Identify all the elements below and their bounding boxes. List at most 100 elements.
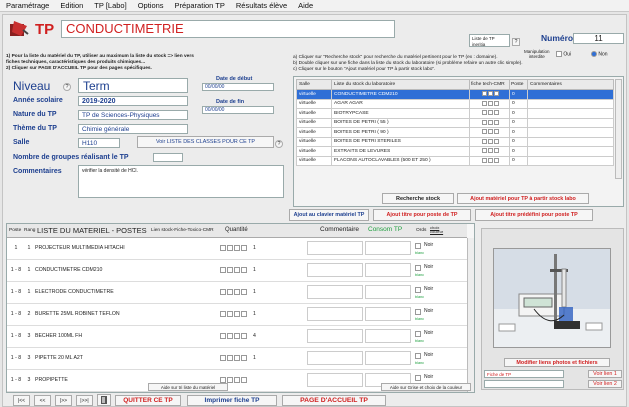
last-record-button[interactable]: |>>| (76, 395, 93, 406)
menu-options[interactable]: Options (138, 1, 164, 10)
voir-lien-2-button[interactable]: Voir lien 2 (588, 380, 622, 388)
noir-checkbox[interactable] (415, 331, 421, 337)
materiel-row[interactable]: 1 - 8 3 PIPETTE 20 ML A2T 1 Noir blanc (7, 348, 467, 370)
lien-checkbox[interactable] (220, 289, 226, 295)
first-record-button[interactable]: |<< (13, 395, 30, 406)
fiche-checkbox[interactable] (493, 100, 499, 106)
stock-col-salle[interactable]: Salle (296, 79, 332, 90)
salle-field[interactable]: H110 (78, 138, 120, 148)
consom-field[interactable] (365, 241, 411, 255)
fiche-checkbox[interactable] (487, 148, 493, 154)
fiche-checkbox[interactable] (493, 119, 499, 125)
fiche-checkbox[interactable] (481, 119, 487, 125)
lien-checkbox[interactable] (220, 311, 226, 317)
fiche-checkbox[interactable] (493, 110, 499, 116)
fiche-checkbox[interactable] (487, 119, 493, 125)
fiche-checkbox[interactable] (487, 91, 493, 97)
fiche-checkbox[interactable] (487, 129, 493, 135)
lien-checkbox[interactable] (220, 245, 226, 251)
col-ords[interactable]: Ords (416, 228, 426, 233)
voir-classes-help-button[interactable]: ? (275, 140, 283, 148)
stock-col-fiche[interactable]: fiche tech-CMR (469, 79, 510, 90)
lien-checkbox[interactable] (227, 355, 233, 361)
fiche-checkbox[interactable] (481, 91, 487, 97)
noir-checkbox[interactable] (415, 265, 421, 271)
lien-checkbox[interactable] (241, 377, 247, 383)
commentaire-field[interactable] (307, 263, 363, 277)
stock-row[interactable]: virtuelle CONDUCTIMETRE CDM210 0 (296, 89, 614, 100)
noir-checkbox[interactable] (415, 287, 421, 293)
ajout-stock-button[interactable]: Ajout matériel pour TP à partir stock la… (457, 193, 589, 204)
materiel-scrollbar[interactable] (467, 238, 474, 392)
tp-photo[interactable] (493, 248, 611, 348)
lien-checkbox[interactable] (241, 245, 247, 251)
fiche-tp-field-2[interactable] (484, 380, 564, 388)
commentaire-field[interactable] (307, 329, 363, 343)
lien-checkbox[interactable] (234, 267, 240, 273)
voir-classes-button[interactable]: Voir LISTE DES CLASSES POUR CE TP (137, 136, 274, 148)
fiche-checkbox[interactable] (481, 157, 487, 163)
noir-checkbox[interactable] (415, 309, 421, 315)
stock-row[interactable]: virtuelle BOITES DE PETRI STERILES 0 (296, 136, 614, 147)
lien-checkbox[interactable] (220, 355, 226, 361)
aide-tri-button[interactable]: Aide sur tri liste du matériel (148, 383, 228, 391)
aide-grise-button[interactable]: Aide sur Grise et choix de la couleur (381, 383, 471, 391)
stock-row[interactable]: virtuelle EXTRAITS DE LEVURES 0 (296, 146, 614, 157)
fiche-checkbox[interactable] (493, 148, 499, 154)
lien-checkbox[interactable] (227, 333, 233, 339)
col-liste-materiel[interactable]: LISTE DU MATERIEL - POSTES (37, 226, 147, 235)
modifier-liens-button[interactable]: Modifier liens photos et fichiers (504, 358, 610, 367)
lien-checkbox[interactable] (227, 289, 233, 295)
next-record-button[interactable]: |>> (55, 395, 72, 406)
menu-aide[interactable]: Aide (298, 1, 313, 10)
col-consom[interactable]: Consom TP (368, 226, 402, 233)
ajout-titre-predefini-button[interactable]: Ajout titre prédéfini pour poste TP (475, 209, 593, 221)
lien-checkbox[interactable] (227, 267, 233, 273)
menu-edition[interactable]: Edition (60, 1, 83, 10)
materiel-row[interactable]: 1 - 8 3 BECHER 100ML FH 4 Noir blanc (7, 326, 467, 348)
col-lien-stock[interactable]: Lien stock-Fiche-Toxico-CMR (151, 228, 214, 233)
lien-checkbox[interactable] (241, 267, 247, 273)
menu-parametrage[interactable]: Paramétrage (6, 1, 49, 10)
niveau-help-button[interactable]: ? (63, 83, 71, 91)
fiche-checkbox[interactable] (493, 157, 499, 163)
commentaire-field[interactable] (307, 373, 363, 387)
liste-tp-field[interactable]: Liste de TP ineritia (469, 34, 510, 47)
commentaire-field[interactable] (307, 241, 363, 255)
stock-row[interactable]: virtuelle AGAR AGAR 0 (296, 98, 614, 109)
lien-checkbox[interactable] (234, 355, 240, 361)
lien-checkbox[interactable] (227, 245, 233, 251)
groupes-field[interactable] (153, 153, 183, 162)
niveau-field[interactable]: Term (78, 78, 188, 93)
fiche-checkbox[interactable] (481, 100, 487, 106)
imprimer-button[interactable]: Imprimer fiche TP (187, 395, 277, 406)
date-debut-field[interactable]: 00/00/00 (202, 83, 274, 91)
noir-checkbox[interactable] (415, 353, 421, 359)
door-exit-icon[interactable] (97, 394, 111, 406)
annee-field[interactable]: 2019-2020 (78, 96, 188, 106)
commentaire-field[interactable] (307, 307, 363, 321)
consom-field[interactable] (365, 329, 411, 343)
stock-col-commentaires[interactable]: Commentaires (527, 79, 614, 90)
ajout-titre-button[interactable]: Ajout titre pour poste de TP (373, 209, 471, 221)
stock-row[interactable]: virtuelle FLACONS AUTOCLAVABLES (500 ET 2… (296, 155, 614, 166)
materiel-row[interactable]: 1 1 PROJECTEUR MULTIMEDIA HITACHI 1 Noir blan… (7, 238, 467, 260)
lien-checkbox[interactable] (234, 333, 240, 339)
commentaires-field[interactable]: vérifier la densité de HCl. (78, 165, 284, 198)
lien-checkbox[interactable] (241, 289, 247, 295)
stock-row[interactable]: virtuelle BOITES DE PETRI ( 90 ) 0 (296, 127, 614, 138)
lien-checkbox[interactable] (234, 311, 240, 317)
tp-title-field[interactable]: CONDUCTIMETRIE (61, 20, 395, 38)
commentaire-field[interactable] (307, 285, 363, 299)
fiche-checkbox[interactable] (481, 129, 487, 135)
lien-checkbox[interactable] (241, 333, 247, 339)
materiel-row[interactable]: 1 - 8 2 BURETTE 25ML ROBINET TEFLON 1 Noir bl… (7, 304, 467, 326)
stock-col-liste[interactable]: Liste du stock du laboratoire (331, 79, 470, 90)
lien-checkbox[interactable] (220, 333, 226, 339)
fiche-checkbox[interactable] (487, 100, 493, 106)
date-fin-field[interactable]: 00/00/00 (202, 106, 274, 114)
prev-record-button[interactable]: << (34, 395, 51, 406)
materiel-row[interactable]: 1 - 8 1 ELECTRODE CONDUCTIMETRE 1 Noir blanc (7, 282, 467, 304)
col-commentaire[interactable]: Commentaire (320, 226, 359, 233)
lien-checkbox[interactable] (227, 311, 233, 317)
